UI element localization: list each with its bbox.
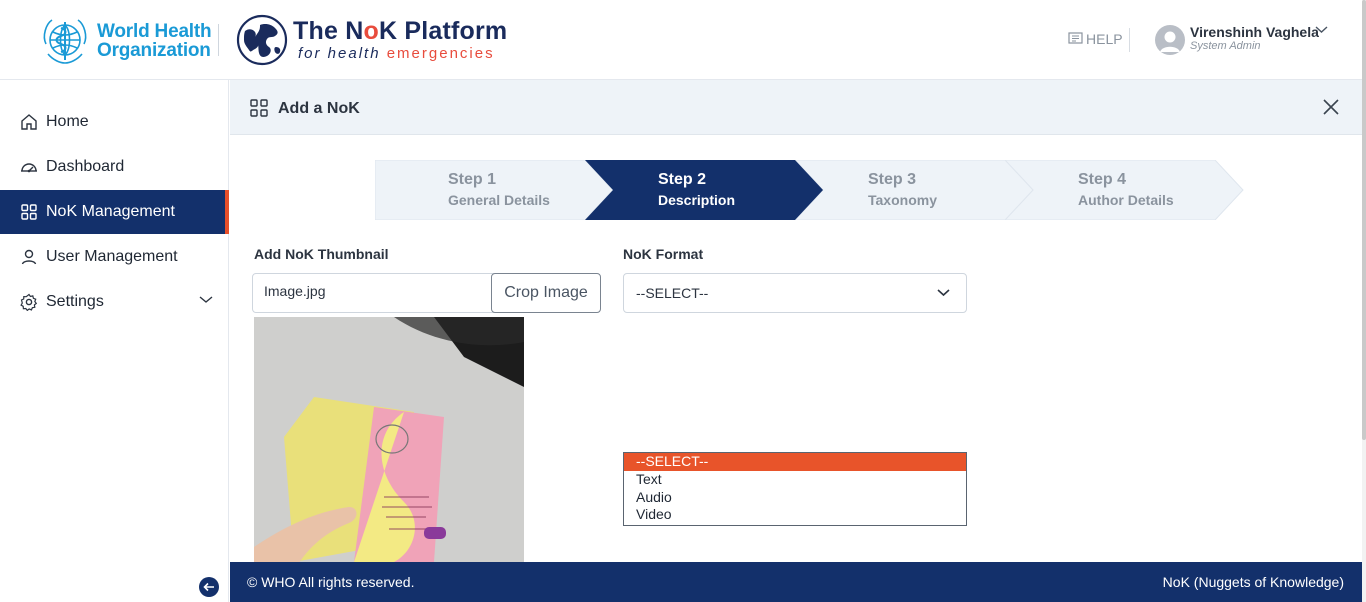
- thumbnail-file-name: Image.jpg: [264, 283, 326, 299]
- arrow-left-icon: [203, 582, 214, 592]
- format-option-video[interactable]: Video: [624, 506, 966, 524]
- step-number: Step 2: [658, 171, 707, 188]
- step-taxonomy[interactable]: Step 3 Taxonomy: [795, 160, 1033, 220]
- sidebar-item-nok-management[interactable]: NoK Management: [0, 190, 229, 234]
- user-role: System Admin: [1190, 40, 1261, 52]
- gear-icon: [20, 293, 38, 311]
- step-number: Step 4: [1078, 171, 1127, 188]
- thumbnail-file-field[interactable]: Image.jpg Crop Image: [252, 273, 601, 313]
- sidebar-item-label: NoK Management: [46, 203, 175, 220]
- footer-tagline: NoK (Nuggets of Knowledge): [1162, 574, 1344, 590]
- crop-image-button[interactable]: Crop Image: [491, 273, 601, 313]
- step-number: Step 3: [868, 171, 917, 188]
- format-select[interactable]: --SELECT--: [623, 273, 967, 313]
- platform-title-part-o: o: [363, 17, 379, 45]
- footer-copyright: © WHO All rights reserved.: [247, 574, 415, 590]
- thumbnail-preview-image: [254, 317, 524, 562]
- scrollbar-thumb[interactable]: [1362, 0, 1366, 440]
- grid-icon: [250, 99, 268, 117]
- step-description[interactable]: Step 2 Description: [585, 160, 823, 220]
- main-content: Add a NoK Step 1 General Details Step 2 …: [230, 80, 1362, 562]
- step-label: General Details: [448, 192, 550, 208]
- sidebar: Home Dashboard NoK Management User Manag…: [0, 80, 229, 602]
- format-label: NoK Format: [623, 246, 704, 262]
- platform-subtitle-part-a: for health: [298, 45, 381, 62]
- header-divider: [218, 24, 219, 56]
- platform-title-part-a: The N: [293, 17, 364, 45]
- dashboard-gauge-icon: [21, 163, 37, 173]
- chat-help-icon: [1068, 32, 1083, 44]
- home-icon: [21, 114, 37, 130]
- sidebar-item-label: Home: [46, 113, 89, 130]
- sidebar-item-home[interactable]: Home: [0, 100, 229, 144]
- grid-icon: [21, 204, 37, 220]
- who-line2: Organization: [97, 40, 211, 61]
- help-link[interactable]: HELP: [1068, 31, 1123, 47]
- user-icon: [21, 249, 37, 265]
- page-scrollbar[interactable]: [1362, 0, 1366, 602]
- step-author-details[interactable]: Step 4 Author Details: [1005, 160, 1243, 220]
- step-label: Description: [658, 192, 736, 208]
- page-title: Add a NoK: [278, 100, 360, 117]
- format-option-audio[interactable]: Audio: [624, 489, 966, 507]
- step-label: Author Details: [1078, 192, 1174, 208]
- user-avatar-icon: [1160, 31, 1180, 52]
- step-number: Step 1: [448, 171, 497, 188]
- help-label: HELP: [1086, 31, 1123, 47]
- who-line1: World Health: [97, 21, 212, 42]
- footer: © WHO All rights reserved. NoK (Nuggets …: [230, 562, 1362, 602]
- stepper: Step 1 General Details Step 2 Descriptio…: [375, 160, 1245, 220]
- chevron-down-icon: [199, 296, 213, 303]
- top-header: World Health Organization The NoK Platfo…: [0, 0, 1366, 80]
- platform-subtitle-part-b: emergencies: [386, 45, 495, 62]
- avatar[interactable]: [1155, 25, 1185, 55]
- sidebar-item-label: User Management: [46, 248, 178, 265]
- format-dropdown-list: --SELECT-- Text Audio Video: [623, 452, 967, 526]
- who-emblem-icon: [43, 19, 87, 64]
- platform-subtitle: for health emergencies: [298, 45, 495, 62]
- format-option-select[interactable]: --SELECT--: [624, 453, 966, 471]
- format-option-text[interactable]: Text: [624, 471, 966, 489]
- sidebar-item-label: Settings: [46, 293, 104, 310]
- chevron-down-icon: [937, 289, 950, 297]
- sidebar-item-user-management[interactable]: User Management: [0, 235, 229, 279]
- chevron-down-icon[interactable]: [1315, 25, 1328, 34]
- help-divider: [1129, 28, 1130, 52]
- close-icon[interactable]: [1322, 98, 1340, 116]
- format-select-value: --SELECT--: [636, 285, 709, 301]
- sidebar-item-label: Dashboard: [46, 158, 125, 175]
- sidebar-item-dashboard[interactable]: Dashboard: [0, 145, 229, 189]
- thumbnail-label: Add NoK Thumbnail: [254, 246, 389, 262]
- platform-title: The NoK Platform: [293, 17, 507, 46]
- sidebar-item-settings[interactable]: Settings: [0, 280, 229, 324]
- who-wordmark: World Health Organization: [97, 21, 212, 61]
- platform-title-part-b: K Platform: [378, 17, 508, 45]
- step-general-details[interactable]: Step 1 General Details: [375, 160, 613, 220]
- collapse-sidebar-button[interactable]: [199, 577, 219, 597]
- step-label: Taxonomy: [868, 192, 937, 208]
- user-name[interactable]: Virenshinh Vaghela: [1190, 24, 1319, 40]
- globe-logo-icon: [236, 14, 288, 66]
- page-titlebar: Add a NoK: [230, 80, 1362, 135]
